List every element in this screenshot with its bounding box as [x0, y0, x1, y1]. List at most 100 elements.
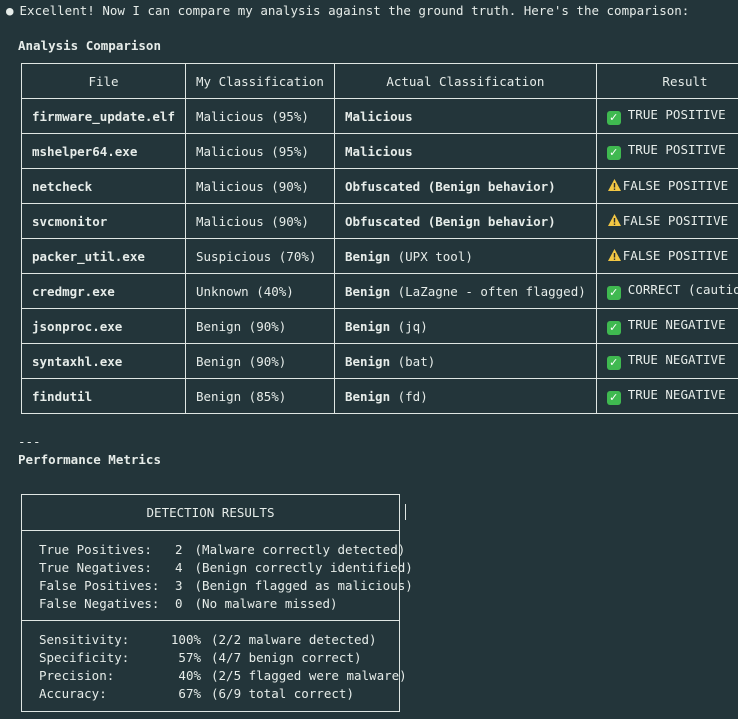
result-label: TRUE NEGATIVE — [627, 317, 726, 332]
count-line: True Positives: 2 (Malware correctly dete… — [39, 542, 406, 557]
header-result: Result — [595, 63, 738, 99]
check-icon: ✓ — [606, 146, 621, 160]
my-classification-cell: Benign (90%) — [185, 308, 335, 344]
count-line: True Negatives: 4 (Benign correctly ident… — [39, 560, 413, 575]
file-name-cell: packer_util.exe — [21, 238, 186, 274]
my-classification-cell: Benign (90%) — [185, 343, 335, 379]
result-cell: FALSE POSITIVE — [595, 168, 738, 204]
result-label: TRUE NEGATIVE — [627, 387, 726, 402]
intro-message: ● Excellent! Now I can compare my analysi… — [6, 3, 689, 18]
result-cell: ✓ TRUE NEGATIVE — [595, 308, 738, 344]
my-classification-cell: Unknown (40%) — [185, 273, 335, 309]
actual-note: (fd) — [390, 388, 428, 404]
table-row: syntaxhl.exe Benign (90%) Benign (bat) ✓ TRU… — [21, 343, 738, 379]
table-row: findutil Benign (85%) Benign (fd) ✓ TRUE NEG… — [21, 378, 738, 414]
box-edge-mark — [405, 504, 406, 520]
actual-label: Benign — [344, 318, 391, 334]
file-name-cell: svcmonitor — [21, 203, 186, 239]
header-my-classification: My Classification — [185, 63, 335, 99]
result-cell: ✓ TRUE NEGATIVE — [595, 378, 738, 414]
actual-label: Benign — [344, 388, 391, 404]
table-header-row: File My Classification Actual Classifica… — [21, 63, 738, 99]
my-classification-cell: Suspicious (70%) — [185, 238, 335, 274]
table-row: svcmonitor Malicious (90%) Obfuscated (Ben… — [21, 203, 738, 239]
rate-line: Precision: 40% (2/5 flagged were malware) — [39, 668, 407, 683]
table-row: mshelper64.exe Malicious (95%) Malicious ✓ T… — [21, 133, 738, 169]
file-name-cell: jsonproc.exe — [21, 308, 186, 344]
bullet-icon: ● — [6, 3, 14, 18]
detection-results-header: DETECTION RESULTS — [22, 495, 399, 531]
header-file: File — [21, 63, 186, 99]
check-icon: ✓ — [606, 111, 621, 125]
file-name-cell: firmware_update.elf — [21, 98, 186, 134]
header-actual-classification: Actual Classification — [333, 63, 597, 99]
actual-label: Malicious — [344, 108, 413, 124]
separator: --- — [18, 434, 41, 449]
file-name-cell: findutil — [21, 378, 186, 414]
actual-note: (UPX tool) — [390, 248, 473, 264]
file-name-cell: mshelper64.exe — [21, 133, 186, 169]
file-name-cell: credmgr.exe — [21, 273, 186, 309]
actual-classification-cell: Obfuscated (Benign behavior) — [333, 168, 597, 204]
detection-results-box: DETECTION RESULTS True Positives: 2 (Malw… — [21, 494, 413, 712]
actual-note: (bat) — [390, 353, 436, 369]
my-classification-cell: Benign (85%) — [185, 378, 335, 414]
actual-classification-cell: Obfuscated (Benign behavior) — [333, 203, 597, 239]
actual-note: (jq) — [390, 318, 428, 334]
actual-classification-cell: Benign (fd) — [333, 378, 597, 414]
check-icon: ✓ — [606, 356, 621, 370]
result-cell: ✓ CORRECT (cautious) — [595, 273, 738, 309]
intro-text: Excellent! Now I can compare my analysis… — [19, 3, 690, 18]
counts-section: True Positives: 2 (Malware correctly dete… — [22, 531, 413, 621]
actual-label: Benign — [344, 353, 391, 369]
result-cell: FALSE POSITIVE — [595, 203, 738, 239]
my-classification-cell: Malicious (90%) — [185, 168, 335, 204]
actual-classification-cell: Benign (UPX tool) — [333, 238, 597, 274]
actual-note: (LaZagne - often flagged) — [390, 283, 586, 299]
rate-line: Sensitivity: 100% (2/2 malware detected) — [39, 632, 377, 647]
result-label: FALSE POSITIVE — [622, 212, 729, 228]
rate-line: Specificity: 57% (4/7 benign correct) — [39, 650, 362, 665]
file-name-cell: netcheck — [21, 168, 186, 204]
check-icon: ✓ — [606, 391, 621, 405]
comparison-title: Analysis Comparison — [18, 38, 161, 53]
warning-icon — [607, 248, 622, 265]
result-label: TRUE POSITIVE — [627, 142, 726, 157]
result-label: CORRECT (cautious) — [627, 282, 738, 297]
actual-classification-cell: Benign (jq) — [333, 308, 597, 344]
result-label: FALSE POSITIVE — [622, 247, 729, 263]
table-row: packer_util.exe Suspicious (70%) Benign (U… — [21, 238, 738, 274]
result-label: FALSE POSITIVE — [622, 177, 729, 193]
actual-label: Benign — [344, 248, 391, 264]
metrics-title: Performance Metrics — [18, 452, 161, 467]
result-cell: FALSE POSITIVE — [595, 238, 738, 274]
my-classification-cell: Malicious (90%) — [185, 203, 335, 239]
table-row: credmgr.exe Unknown (40%) Benign (LaZagne … — [21, 273, 738, 309]
actual-classification-cell: Benign (LaZagne - often flagged) — [333, 273, 597, 309]
count-line: False Positives: 3 (Benign flagged as mal… — [39, 578, 413, 593]
count-line: False Negatives: 0 (No malware missed) — [39, 596, 338, 611]
check-icon: ✓ — [606, 286, 621, 300]
rate-line: Accuracy: 67% (6/9 total correct) — [39, 686, 354, 701]
actual-label: Malicious — [344, 143, 413, 159]
table-row: firmware_update.elf Malicious (95%) Malici… — [21, 98, 738, 134]
my-classification-cell: Malicious (95%) — [185, 98, 335, 134]
actual-label: Obfuscated (Benign behavior) — [344, 178, 556, 194]
warning-icon — [607, 178, 622, 195]
actual-classification-cell: Benign (bat) — [333, 343, 597, 379]
result-label: TRUE NEGATIVE — [627, 352, 726, 367]
result-cell: ✓ TRUE POSITIVE — [595, 133, 738, 169]
actual-label: Benign — [344, 283, 391, 299]
file-name-cell: syntaxhl.exe — [21, 343, 186, 379]
table-row: jsonproc.exe Benign (90%) Benign (jq) ✓ TRUE… — [21, 308, 738, 344]
comparison-table: File My Classification Actual Classifica… — [21, 63, 738, 414]
actual-classification-cell: Malicious — [333, 133, 597, 169]
check-icon: ✓ — [606, 321, 621, 335]
result-label: TRUE POSITIVE — [627, 107, 726, 122]
table-row: netcheck Malicious (90%) Obfuscated (Benig… — [21, 168, 738, 204]
result-cell: ✓ TRUE POSITIVE — [595, 98, 738, 134]
my-classification-cell: Malicious (95%) — [185, 133, 335, 169]
actual-label: Obfuscated (Benign behavior) — [344, 213, 556, 229]
actual-classification-cell: Malicious — [333, 98, 597, 134]
result-cell: ✓ TRUE NEGATIVE — [595, 343, 738, 379]
